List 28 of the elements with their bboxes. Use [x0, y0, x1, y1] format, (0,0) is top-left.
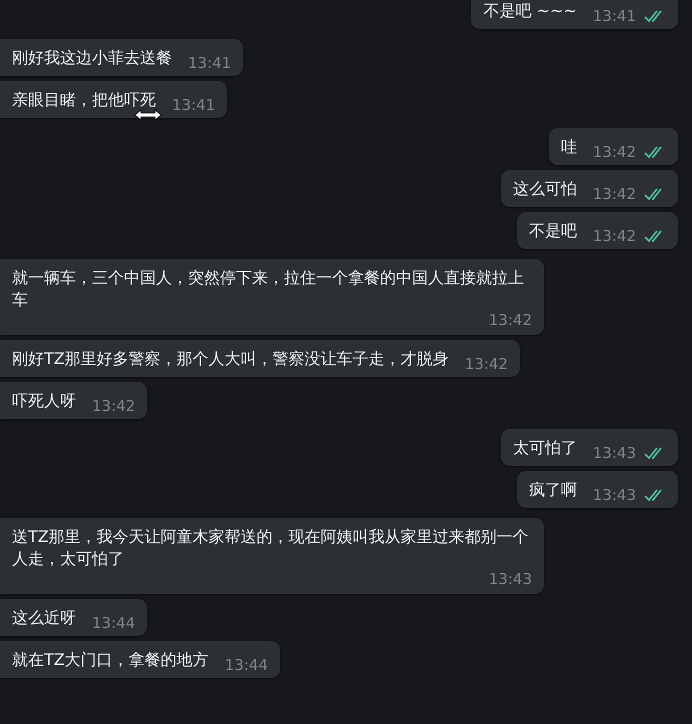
message-text: 送TZ那里，我今天让阿童木家帮送的，现在阿姨叫我从家里过来都别一个人走，太可怕了	[12, 526, 530, 570]
message-text: 这么近呀	[12, 608, 76, 627]
message-time: 13:42	[488, 310, 532, 331]
message-text: 这么可怕	[512, 179, 577, 198]
message-text: 太可怕了	[512, 438, 577, 457]
message-time: 13:44	[224, 655, 268, 676]
message-time: 13:41	[188, 53, 232, 74]
message-text: 吓死人呀	[12, 391, 76, 410]
message-time: 13:43	[488, 569, 532, 590]
message-time: 13:42	[592, 142, 636, 163]
message-text: 不是吧	[528, 221, 577, 240]
message-time: 13:42	[592, 226, 636, 247]
message-time: 13:43	[592, 443, 636, 464]
message-time: 13:44	[92, 613, 136, 634]
message-time: 13:41	[172, 95, 216, 116]
message-time: 13:42	[592, 184, 636, 205]
message-text: 疯了啊	[528, 480, 577, 499]
message-text: 亲眼目睹，把他吓死	[12, 90, 156, 109]
message-time: 13:41	[592, 6, 636, 27]
message-text: 就一辆车，三个中国人，突然停下来，拉住一个拿餐的中国人直接就拉上车	[12, 267, 525, 311]
message-text: 刚好我这边小菲去送餐	[12, 48, 172, 67]
message-time: 13:42	[464, 354, 508, 375]
message-text: 刚好TZ那里好多警察，那个人大叫，警察没让车子走，才脱身	[12, 349, 449, 368]
message-time: 13:42	[92, 396, 136, 417]
message-text: 哇	[560, 137, 577, 156]
message-time: 13:43	[592, 485, 636, 506]
message-text: 不是吧 ~~~	[483, 1, 577, 20]
message-text: 就在TZ大门口，拿餐的地方	[12, 650, 209, 669]
